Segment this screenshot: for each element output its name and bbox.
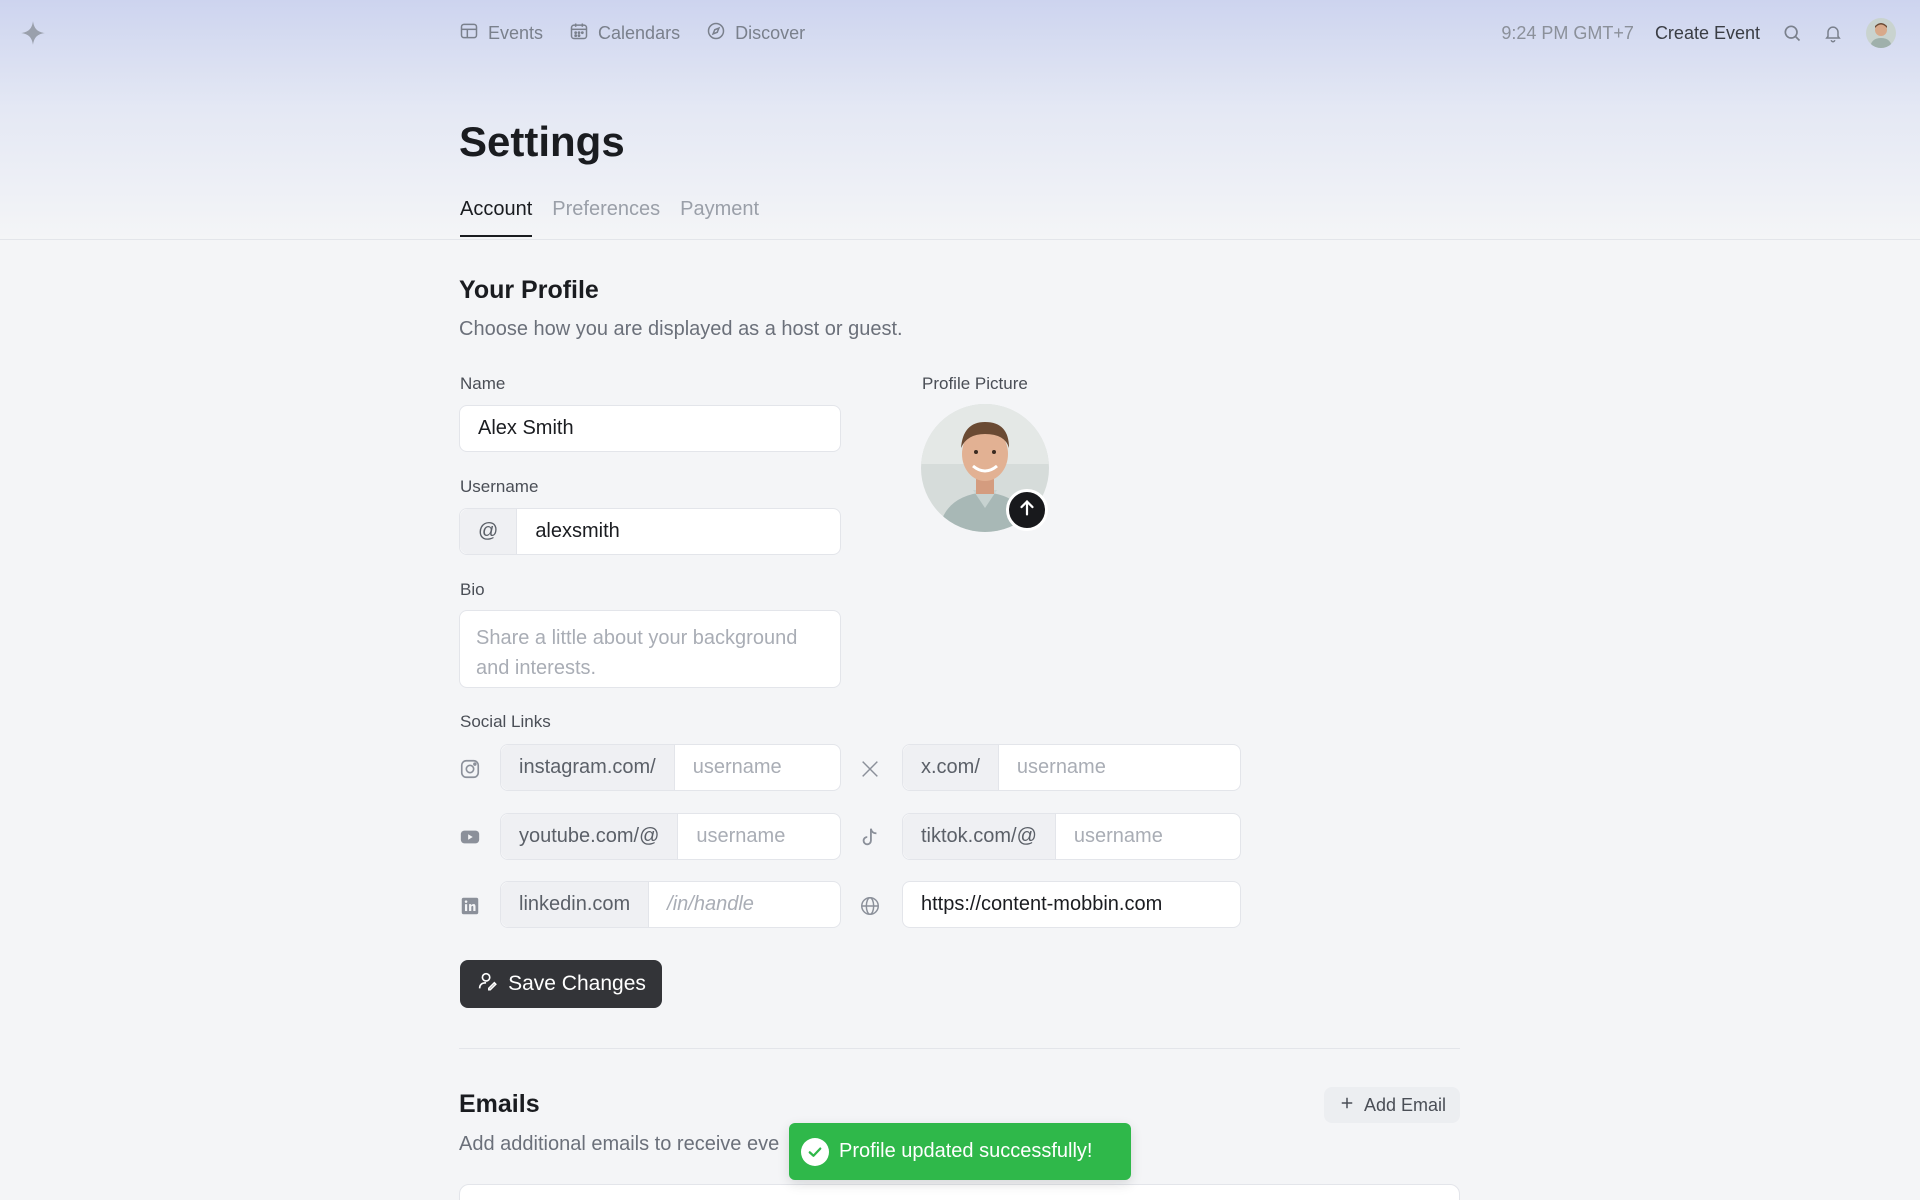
- youtube-prefix: youtube.com/@: [501, 814, 679, 859]
- bio-textarea[interactable]: Share a little about your background and…: [459, 610, 841, 688]
- tab-account[interactable]: Account: [460, 198, 533, 237]
- bell-icon[interactable]: [1821, 21, 1845, 45]
- calendar-icon: [569, 21, 589, 46]
- ticket-icon: [459, 21, 479, 46]
- email-list-box: [459, 1184, 1460, 1200]
- search-icon[interactable]: [1780, 21, 1804, 45]
- check-circle-icon: [801, 1137, 829, 1166]
- nav-item-events[interactable]: Events: [459, 20, 543, 46]
- avatar[interactable]: [1866, 18, 1896, 48]
- nav-item-label: Discover: [735, 22, 806, 43]
- emails-section-title: Emails: [459, 1090, 540, 1118]
- tab-payment[interactable]: Payment: [680, 198, 759, 237]
- nav-item-discover[interactable]: Discover: [706, 20, 805, 46]
- youtube-icon: [459, 826, 481, 848]
- username-value: alexsmith: [535, 520, 620, 542]
- x-prefix: x.com/: [903, 745, 999, 790]
- emails-section-subtitle: Add additional emails to receive eve: [459, 1133, 780, 1155]
- page-title: Settings: [459, 118, 625, 165]
- x-username-placeholder: username: [1016, 756, 1106, 778]
- instagram-icon: [459, 758, 481, 780]
- save-changes-button[interactable]: Save Changes: [460, 960, 662, 1008]
- linkedin-icon: [459, 895, 481, 917]
- nav-right: 9:24 PM GMT+7 Create Event: [1501, 17, 1896, 49]
- tiktok-prefix: tiktok.com/@: [903, 814, 1056, 859]
- add-email-label: Add Email: [1363, 1094, 1447, 1115]
- youtube-username-placeholder: username: [696, 825, 786, 847]
- nav-items: Events Calendars Discover: [459, 20, 805, 46]
- globe-icon: [859, 895, 881, 917]
- instagram-field[interactable]: instagram.com/ username: [500, 744, 841, 791]
- profile-section-subtitle: Choose how you are displayed as a host o…: [459, 318, 903, 340]
- x-icon: [859, 758, 881, 780]
- nav-item-label: Events: [488, 22, 544, 43]
- top-nav: Events Calendars Discover 9:24 PM GMT+7 …: [0, 0, 1920, 66]
- tab-preferences[interactable]: Preferences: [552, 198, 660, 237]
- profile-picture-label: Profile Picture: [922, 374, 1028, 393]
- header-divider: [0, 239, 1920, 240]
- tiktok-username-placeholder: username: [1073, 825, 1163, 847]
- user-edit-icon: [476, 970, 498, 998]
- x-field[interactable]: x.com/ username: [902, 744, 1241, 791]
- profile-section-title: Your Profile: [459, 276, 599, 304]
- name-field[interactable]: Alex Smith: [459, 405, 841, 452]
- website-value: https://content-mobbin.com: [921, 893, 1163, 915]
- linkedin-prefix: linkedin.com: [501, 882, 650, 927]
- username-label: Username: [460, 477, 539, 496]
- tiktok-field[interactable]: tiktok.com/@ username: [902, 813, 1241, 860]
- website-field[interactable]: https://content-mobbin.com: [902, 881, 1241, 928]
- name-label: Name: [460, 374, 506, 393]
- name-value: Alex Smith: [478, 417, 574, 439]
- toast-message: Profile updated successfully!: [839, 1140, 1093, 1162]
- section-divider: [459, 1048, 1460, 1049]
- arrow-up-icon: [1016, 497, 1038, 524]
- instagram-username-placeholder: username: [692, 756, 782, 778]
- create-event-link[interactable]: Create Event: [1655, 23, 1760, 44]
- save-changes-label: Save Changes: [508, 972, 646, 995]
- compass-icon: [706, 21, 726, 46]
- sparkle-logo-icon[interactable]: [20, 20, 46, 46]
- nav-item-calendars[interactable]: Calendars: [569, 20, 680, 46]
- linkedin-field[interactable]: linkedin.com /in/handle: [500, 881, 841, 928]
- username-prefix: @: [460, 509, 518, 554]
- add-email-button[interactable]: Add Email: [1324, 1087, 1460, 1123]
- settings-tabs: Account Preferences Payment: [460, 198, 759, 237]
- current-time: 9:24 PM GMT+7: [1501, 22, 1634, 43]
- tiktok-icon: [859, 826, 881, 848]
- nav-item-label: Calendars: [598, 22, 681, 43]
- social-links-label: Social Links: [460, 712, 551, 731]
- username-field[interactable]: @ alexsmith: [459, 508, 841, 555]
- linkedin-handle-placeholder: /in/handle: [667, 893, 754, 915]
- plus-icon: [1338, 1094, 1356, 1117]
- upload-photo-button[interactable]: [1006, 489, 1048, 531]
- instagram-prefix: instagram.com/: [501, 745, 675, 790]
- bio-label: Bio: [460, 580, 485, 599]
- youtube-field[interactable]: youtube.com/@ username: [500, 813, 841, 860]
- success-toast: Profile updated successfully!: [789, 1123, 1131, 1180]
